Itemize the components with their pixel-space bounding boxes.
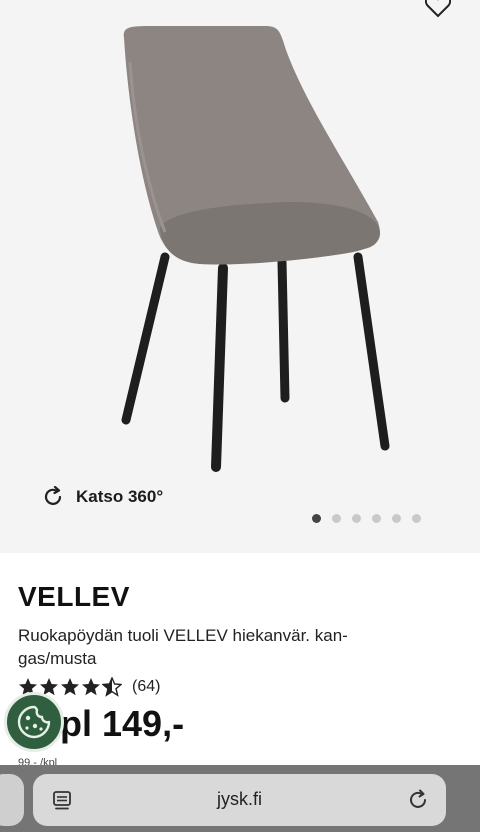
browser-bottom-bar: jysk.fi xyxy=(0,765,480,832)
view-360-label: Katso 360° xyxy=(76,487,164,506)
url-text: jysk.fi xyxy=(217,789,262,809)
address-bar[interactable]: jysk.fi xyxy=(33,774,446,826)
carousel-dot[interactable] xyxy=(352,514,361,523)
carousel-dot[interactable] xyxy=(412,514,421,523)
rotate-360-icon xyxy=(44,486,62,505)
cookie-icon xyxy=(17,705,51,739)
previous-tab-preview[interactable] xyxy=(0,774,24,826)
carousel-dot[interactable] xyxy=(312,514,321,523)
carousel-dot[interactable] xyxy=(332,514,341,523)
star-half-icon xyxy=(102,677,122,697)
star-icon xyxy=(82,678,100,696)
view-360-button[interactable]: Katso 360° xyxy=(42,486,163,508)
product-title: VELLEV xyxy=(18,581,130,612)
star-icon xyxy=(61,678,79,696)
review-count: (64) xyxy=(132,678,161,695)
cookie-settings-button[interactable] xyxy=(4,692,64,752)
reload-icon[interactable] xyxy=(406,788,430,812)
carousel-pagination xyxy=(312,514,421,523)
product-image-chair xyxy=(121,26,390,472)
product-image-gallery[interactable]: Katso 360° xyxy=(0,0,480,553)
carousel-dot[interactable] xyxy=(372,514,381,523)
heart-icon[interactable] xyxy=(425,0,451,18)
carousel-dot[interactable] xyxy=(392,514,401,523)
product-description: Ruokapöydän tuoli VELLEV hiekanvär. kan-… xyxy=(18,626,348,668)
